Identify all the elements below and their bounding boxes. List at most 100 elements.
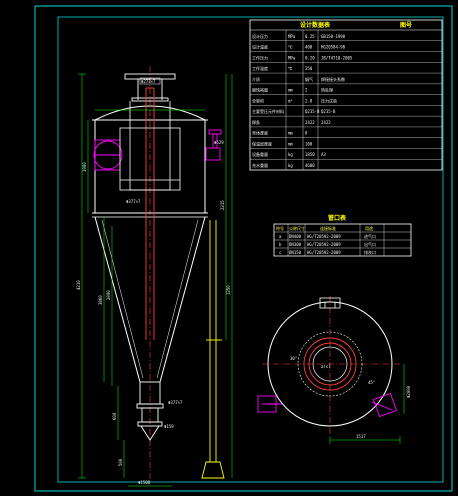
nozzle-row-mark: c <box>279 250 282 255</box>
plan-angle-a: 30° <box>290 356 297 361</box>
spec-row-name: 设备重量 <box>252 151 268 157</box>
spec-row-note: Q235-B <box>321 109 336 114</box>
nozzle-header-use: 用途 <box>365 225 373 231</box>
plan-dim-a: 1517 <box>356 434 366 439</box>
dimension-lines <box>78 73 233 487</box>
spec-row-name: 工作温度 <box>252 65 268 71</box>
spec-row-name: 工作压力 <box>252 54 268 60</box>
nozzle-row-std: HG/T20592-2009 <box>307 234 341 239</box>
dim-cone: 3860 <box>98 295 103 305</box>
side-nozzle-right <box>205 129 222 161</box>
plan-center-label: a(c) <box>321 364 331 369</box>
spec-row-value: 0.20 <box>305 55 315 60</box>
spec-row-value: 8 <box>305 131 308 136</box>
plan-dim-b: Φ2000 <box>406 385 411 398</box>
nozzle-row-use: 进气口 <box>364 233 376 239</box>
spec-row-name: 腐蚀裕量 <box>252 87 268 93</box>
plan-nozzle-right <box>371 392 398 418</box>
dim-inner-cone: 2890 <box>106 290 111 300</box>
elevation-tag-cone: Φ377×7 <box>168 400 183 405</box>
spec-row-value: 4600 <box>305 163 315 168</box>
tag-flange-text: Φ529 <box>214 140 224 145</box>
elevation-tag-bottom: Φ1500 <box>138 480 151 485</box>
spec-table: 设计数据表 图号 设计压力 MPa 0.25 GB150-1998 设计温度 ℃ 400 HG… <box>249 19 443 171</box>
spec-row-value: 烟气 <box>305 76 313 82</box>
nozzle-row-mark: a <box>279 234 282 239</box>
spec-row-name: 保温层厚度 <box>252 140 272 146</box>
nozzle-row-std: HG/T20592-2009 <box>307 242 341 247</box>
nozzle-header-std: 连接标准 <box>320 225 336 231</box>
spec-row-value: 100 <box>305 141 313 146</box>
spec-row-unit: m³ <box>288 98 293 103</box>
spec-row-note: 压力试验 <box>321 97 337 103</box>
spec-row-unit: ℃ <box>288 66 293 71</box>
nozzle-table: 管口表 符号 公称尺寸 连接标准 用途 a DN400 HG/T20592-2009… <box>273 214 412 257</box>
spec-row-unit: ℃ <box>288 45 293 50</box>
nozzle-row-use: 出气口 <box>364 241 376 247</box>
spec-row-unit: MPa <box>288 55 296 60</box>
spec-row-note: J422 <box>321 120 331 125</box>
nozzle-table-rows: a DN400 HG/T20592-2009 进气口 b DN300 HG/T20592-2… <box>279 233 376 255</box>
sheet-frame <box>34 5 453 492</box>
spec-row-value: 2 <box>305 88 308 93</box>
plan-dimensions <box>329 364 405 444</box>
spec-row-value: 1850 <box>305 152 315 157</box>
dim-right-upper: 2215 <box>220 200 225 210</box>
spec-row-unit: MPa <box>288 34 296 39</box>
spec-row-name: 充水重量 <box>252 162 268 168</box>
dim-bottom: 500 <box>118 458 123 466</box>
spec-row-name: 设计温度 <box>252 44 268 50</box>
spec-row-value: 350 <box>305 66 313 71</box>
spec-row-note: 焊接接头系数 <box>321 76 345 82</box>
inlet-duct <box>93 139 123 171</box>
tag-top-text: Φ273×7 <box>141 79 156 84</box>
spec-table-rows: 设计压力 MPa 0.25 GB150-1998 设计温度 ℃ 400 HG20584-98 工… <box>250 33 442 168</box>
spec-row-name: 设计压力 <box>252 33 268 39</box>
tag-inlet-text: Φ377×7 <box>126 199 141 204</box>
spec-row-note: JB/T4710-2005 <box>321 55 353 60</box>
nozzle-row-std: HG/T20592-2009 <box>307 250 341 255</box>
spec-row-name: 全容积 <box>252 97 264 103</box>
nozzle-table-title: 管口表 <box>328 214 347 222</box>
nozzle-row-size: DN400 <box>289 234 302 239</box>
support-leg <box>201 220 225 479</box>
tag-bottom-text: Φ1500 <box>138 480 151 485</box>
spec-row-unit: mm <box>288 131 293 136</box>
plan-angle-b: 45° <box>368 380 375 385</box>
nozzle-row-use: 排灰口 <box>364 249 376 255</box>
spec-row-name: 介质 <box>252 76 260 82</box>
elevation-tag-inlet: Φ377×7 <box>126 199 141 204</box>
cyclone-elevation: Φ273×7 Φ377×7 Φ529 Φ377×7 Φ159 Φ1500 421… <box>76 66 233 487</box>
tag-outlet-text: Φ159 <box>164 424 174 429</box>
nozzle-row-mark: b <box>279 242 282 247</box>
spec-row-unit: mm <box>288 88 293 93</box>
nozzle-row-size: DN300 <box>289 242 302 247</box>
spec-row-value: 400 <box>305 45 313 50</box>
spec-row-value: 0.25 <box>305 34 315 39</box>
cad-drawing: Φ273×7 Φ377×7 Φ529 Φ377×7 Φ159 Φ1500 421… <box>34 5 453 492</box>
spec-row-note: 热处理 <box>321 87 333 93</box>
tag-cone-text: Φ377×7 <box>168 400 183 405</box>
elevation-tag-flange: Φ529 <box>214 140 224 145</box>
spec-row-name: 主要受压元件材料 <box>252 108 284 114</box>
nozzle-header-mark: 符号 <box>276 225 284 231</box>
spec-row-unit: kg <box>288 152 293 157</box>
dim-right-total: 1250 <box>226 285 231 295</box>
spec-row-value: J422 <box>305 120 315 125</box>
spec-row-note: GB150-1998 <box>321 34 346 39</box>
spec-row-name: 壳体厚度 <box>252 130 268 136</box>
elevation-tag-outlet: Φ159 <box>164 424 174 429</box>
spec-row-note: HG20584-98 <box>321 45 346 50</box>
spec-row-unit: kg <box>288 163 293 168</box>
nozzle-header-size: 公称尺寸 <box>289 225 305 231</box>
spec-row-unit: mm <box>288 141 293 146</box>
spec-table-title: 设计数据表 <box>300 21 331 29</box>
dim-outlet: 600 <box>112 412 117 420</box>
cyclone-plan: a(c) 1517 Φ2000 30° 45° <box>257 296 411 444</box>
spec-row-value: 2.8 <box>305 98 313 103</box>
spec-table-title-right: 图号 <box>400 21 412 29</box>
spec-row-note: A3 <box>321 152 326 157</box>
spec-row-name: 焊条 <box>252 119 260 125</box>
spec-row-value: Q235-B <box>305 109 320 114</box>
nozzle-row-size: DN150 <box>289 250 302 255</box>
